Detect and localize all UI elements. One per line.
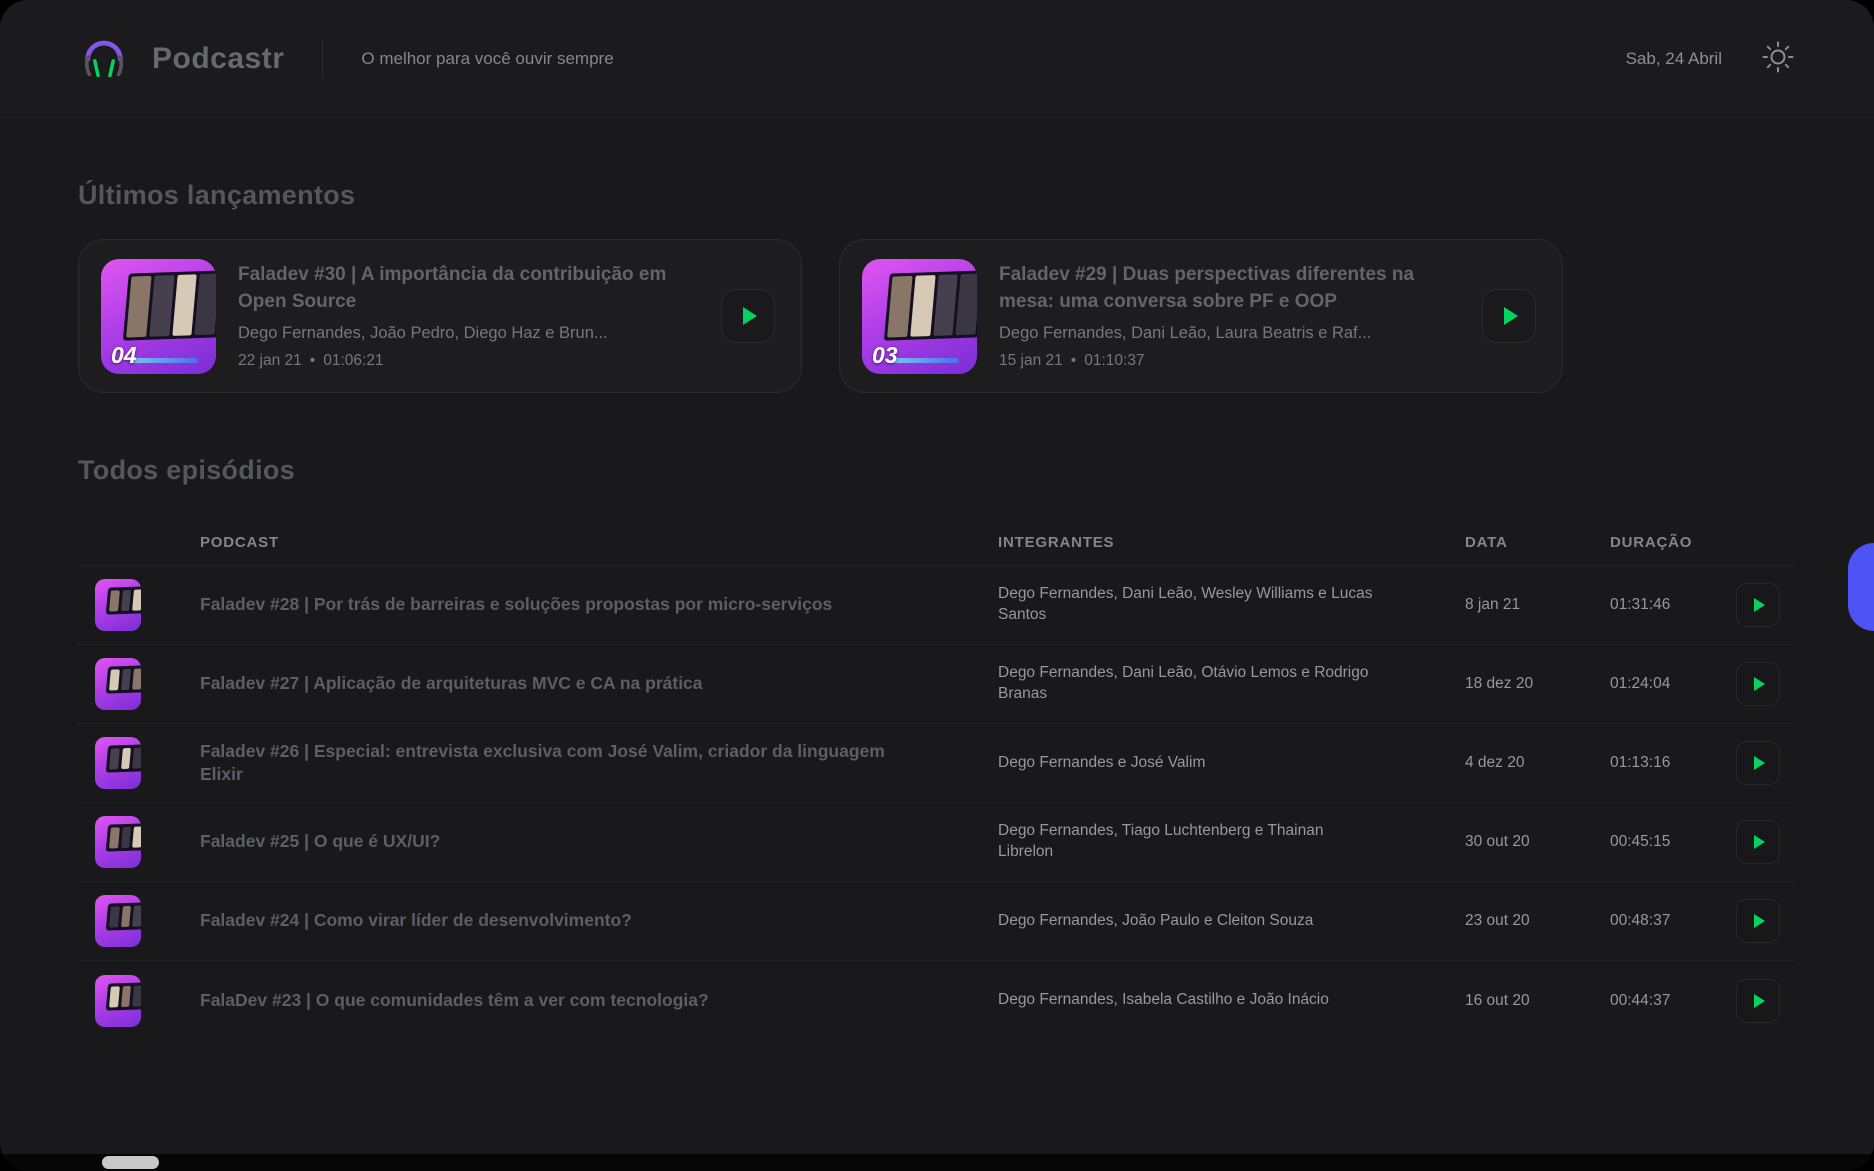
play-triangle-icon bbox=[1754, 756, 1765, 770]
table-row: Faladev #28 | Por trás de barreiras e so… bbox=[78, 566, 1796, 645]
row-duration: 01:31:46 bbox=[1610, 596, 1736, 614]
column-header-date: DATA bbox=[1465, 534, 1610, 551]
episode-members: Dego Fernandes, Dani Leão, Laura Beatris… bbox=[999, 324, 1460, 343]
row-thumbnail bbox=[95, 737, 141, 789]
play-episode-button[interactable] bbox=[1736, 979, 1780, 1023]
row-date: 16 out 20 bbox=[1465, 992, 1610, 1010]
row-members: Dego Fernandes, Dani Leão, Otávio Lemos … bbox=[998, 663, 1465, 705]
table-header-row: PODCAST INTEGRANTES DATA DURAÇÃO bbox=[78, 520, 1796, 566]
play-triangle-icon bbox=[743, 307, 757, 325]
logo: Podcastr bbox=[78, 30, 284, 87]
sun-icon bbox=[1760, 39, 1796, 78]
episode-duration: 01:06:21 bbox=[323, 352, 383, 370]
row-date: 23 out 20 bbox=[1465, 912, 1610, 930]
meta-separator: • bbox=[310, 352, 315, 370]
episode-number: 04 bbox=[111, 342, 137, 369]
play-episode-button[interactable] bbox=[1736, 583, 1780, 627]
play-triangle-icon bbox=[1754, 598, 1765, 612]
row-title-link[interactable]: Faladev #26 | Especial: entrevista exclu… bbox=[200, 740, 998, 786]
row-members: Dego Fernandes, Dani Leão, Wesley Willia… bbox=[998, 584, 1465, 626]
row-date: 4 dez 20 bbox=[1465, 754, 1610, 772]
play-triangle-icon bbox=[1754, 835, 1765, 849]
episode-number: 03 bbox=[872, 342, 898, 369]
play-triangle-icon bbox=[1754, 994, 1765, 1008]
current-date: Sab, 24 Abril bbox=[1626, 49, 1722, 69]
row-title-link[interactable]: Faladev #24 | Como virar líder de desenv… bbox=[200, 909, 998, 932]
episode-card: 03 Faladev #29 | Duas perspectivas difer… bbox=[839, 239, 1563, 393]
horizontal-scrollbar bbox=[0, 1154, 1874, 1171]
table-row: FalaDev #23 | O que comunidades têm a ve… bbox=[78, 961, 1796, 1040]
row-thumbnail bbox=[95, 816, 141, 868]
play-triangle-icon bbox=[1754, 677, 1765, 691]
column-header-members: INTEGRANTES bbox=[998, 534, 1465, 551]
table-row: Faladev #27 | Aplicação de arquiteturas … bbox=[78, 645, 1796, 724]
horizontal-scrollbar-thumb[interactable] bbox=[102, 1156, 159, 1169]
episode-date: 22 jan 21 bbox=[238, 352, 302, 370]
row-date: 8 jan 21 bbox=[1465, 596, 1610, 614]
play-episode-button[interactable] bbox=[1736, 741, 1780, 785]
main-content: Últimos lançamentos 04 Faladev #30 | A i… bbox=[0, 180, 1874, 1040]
header-divider bbox=[322, 39, 323, 79]
table-row: Faladev #24 | Como virar líder de desenv… bbox=[78, 882, 1796, 961]
row-title-link[interactable]: FalaDev #23 | O que comunidades têm a ve… bbox=[200, 989, 998, 1012]
play-triangle-icon bbox=[1504, 307, 1518, 325]
play-episode-button[interactable] bbox=[1482, 289, 1536, 343]
app-title: Podcastr bbox=[152, 42, 284, 76]
tagline: O melhor para você ouvir sempre bbox=[361, 49, 613, 69]
episode-title-link[interactable]: Faladev #30 | A importância da contribui… bbox=[238, 262, 699, 314]
headphones-icon bbox=[78, 30, 130, 87]
row-date: 18 dez 20 bbox=[1465, 675, 1610, 693]
row-members: Dego Fernandes, Isabela Castilho e João … bbox=[998, 990, 1465, 1011]
play-episode-button[interactable] bbox=[721, 289, 775, 343]
row-duration: 01:13:16 bbox=[1610, 754, 1736, 772]
row-members: Dego Fernandes e José Valim bbox=[998, 753, 1465, 774]
row-duration: 00:48:37 bbox=[1610, 912, 1736, 930]
episode-members: Dego Fernandes, João Pedro, Diego Haz e … bbox=[238, 324, 699, 343]
all-episodes-heading: Todos episódios bbox=[78, 455, 1796, 486]
row-thumbnail bbox=[95, 895, 141, 947]
row-title-link[interactable]: Faladev #27 | Aplicação de arquiteturas … bbox=[200, 672, 998, 695]
column-header-podcast: PODCAST bbox=[200, 534, 998, 551]
row-thumbnail bbox=[95, 975, 141, 1027]
row-duration: 00:45:15 bbox=[1610, 833, 1736, 851]
episode-duration: 01:10:37 bbox=[1084, 352, 1144, 370]
row-date: 30 out 20 bbox=[1465, 833, 1610, 851]
play-episode-button[interactable] bbox=[1736, 899, 1780, 943]
player-expand-tab[interactable] bbox=[1848, 543, 1874, 631]
row-title-link[interactable]: Faladev #28 | Por trás de barreiras e so… bbox=[200, 593, 998, 616]
play-episode-button[interactable] bbox=[1736, 662, 1780, 706]
episode-thumbnail: 04 bbox=[101, 259, 216, 374]
episode-meta: 22 jan 21 • 01:06:21 bbox=[238, 352, 699, 370]
table-row: Faladev #25 | O que é UX/UI? Dego Fernan… bbox=[78, 803, 1796, 882]
header: Podcastr O melhor para você ouvir sempre… bbox=[0, 0, 1874, 118]
podcastr-app: Podcastr O melhor para você ouvir sempre… bbox=[0, 0, 1874, 1154]
row-thumbnail bbox=[95, 658, 141, 710]
play-triangle-icon bbox=[1754, 914, 1765, 928]
column-header-duration: DURAÇÃO bbox=[1610, 534, 1736, 551]
row-members: Dego Fernandes, João Paulo e Cleiton Sou… bbox=[998, 911, 1465, 932]
episode-title-link[interactable]: Faladev #29 | Duas perspectivas diferent… bbox=[999, 262, 1460, 314]
app-frame: Podcastr O melhor para você ouvir sempre… bbox=[0, 0, 1874, 1171]
latest-releases-heading: Últimos lançamentos bbox=[78, 180, 1796, 211]
meta-separator: • bbox=[1071, 352, 1076, 370]
episode-meta: 15 jan 21 • 01:10:37 bbox=[999, 352, 1460, 370]
row-title-link[interactable]: Faladev #25 | O que é UX/UI? bbox=[200, 830, 998, 853]
play-episode-button[interactable] bbox=[1736, 820, 1780, 864]
row-thumbnail bbox=[95, 579, 141, 631]
episode-thumbnail: 03 bbox=[862, 259, 977, 374]
table-row: Faladev #26 | Especial: entrevista exclu… bbox=[78, 724, 1796, 803]
episodes-table: PODCAST INTEGRANTES DATA DURAÇÃO Faladev… bbox=[78, 520, 1796, 1040]
episode-date: 15 jan 21 bbox=[999, 352, 1063, 370]
row-members: Dego Fernandes, Tiago Luchtenberg e Thai… bbox=[998, 821, 1465, 863]
episode-card: 04 Faladev #30 | A importância da contri… bbox=[78, 239, 802, 393]
row-duration: 00:44:37 bbox=[1610, 992, 1736, 1010]
row-duration: 01:24:04 bbox=[1610, 675, 1736, 693]
theme-toggle-button[interactable] bbox=[1760, 39, 1796, 78]
latest-releases-list: 04 Faladev #30 | A importância da contri… bbox=[78, 239, 1796, 393]
